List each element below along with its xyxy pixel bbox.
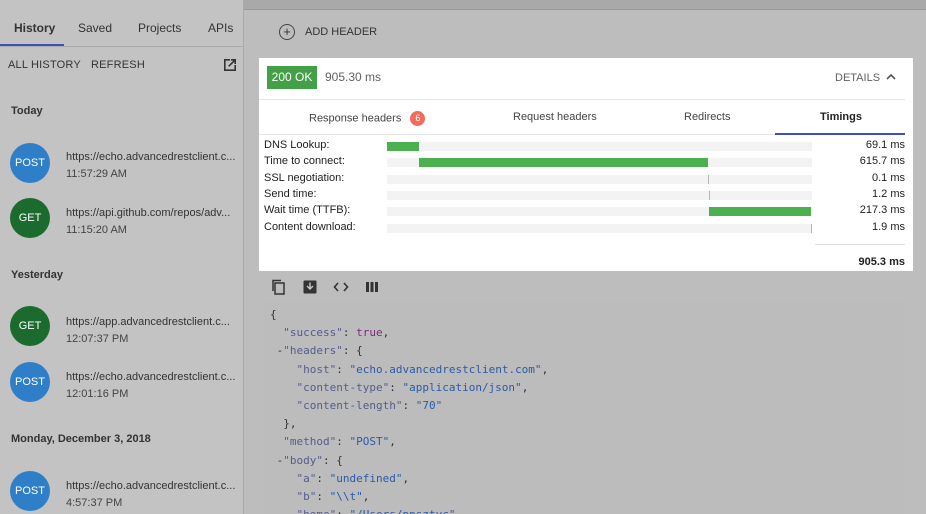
history-item-time: 12:07:37 PM: [66, 333, 129, 345]
history-item-url[interactable]: https://echo.advancedrestclient.c...: [66, 151, 235, 163]
timing-track: [387, 207, 812, 217]
timing-track: [387, 174, 812, 184]
tab-response-headers[interactable]: Response headers 6: [309, 111, 426, 126]
timing-track: [387, 223, 813, 233]
tab-history[interactable]: History: [14, 21, 55, 35]
add-header-label: ADD HEADER: [305, 25, 378, 38]
method-badge-post[interactable]: POST: [10, 143, 50, 183]
history-item-time: 11:57:29 AM: [66, 168, 127, 180]
total-divider: [815, 244, 905, 245]
refresh-button[interactable]: REFRESH: [91, 59, 145, 71]
code-icon[interactable]: [333, 279, 349, 295]
section-heading-today: Today: [11, 105, 43, 117]
timing-track: [387, 190, 812, 200]
copy-icon[interactable]: [271, 279, 287, 295]
history-item-url[interactable]: https://echo.advancedrestclient.c...: [66, 480, 235, 492]
code-line: {: [270, 308, 277, 321]
response-status-panel: 200 OK 905.30 ms DETAILS Response header…: [259, 58, 913, 271]
status-badge: 200 OK: [267, 66, 317, 89]
columns-icon[interactable]: [364, 279, 380, 295]
timing-bar: [708, 190, 710, 200]
add-circle-icon: +: [279, 24, 295, 40]
timing-value: 615.7 ms: [859, 155, 905, 168]
timing-value: 0.1 ms: [871, 171, 905, 184]
details-label: DETAILS: [835, 72, 881, 84]
tab-apis[interactable]: APIs: [208, 21, 233, 35]
active-tab-indicator: [775, 133, 905, 135]
count-badge: 6: [410, 111, 426, 126]
timing-bar: [387, 142, 420, 151]
code-line: -"headers": {: [270, 344, 363, 358]
history-item-time: 4:57:37 PM: [66, 497, 123, 509]
code-line: "a": "undefined",: [296, 471, 410, 485]
history-item-url[interactable]: https://api.github.com/repos/adv...: [66, 207, 230, 219]
add-header-button[interactable]: + ADD HEADER: [279, 24, 377, 40]
history-item-time: 11:15:20 AM: [66, 224, 127, 236]
code-line: "home": "/Users/ppsztyc": [270, 508, 456, 514]
code-line: "host": "echo.advancedrestclient.com",: [296, 362, 549, 376]
timing-value: 1.2 ms: [871, 187, 905, 200]
tab-saved[interactable]: Saved: [78, 21, 112, 35]
timing-value: 69.1 ms: [865, 139, 905, 151]
history-item-url[interactable]: https://app.advancedrestclient.c...: [66, 316, 230, 328]
timing-label: SSL negotiation:: [264, 171, 345, 184]
code-line: -"body": {: [270, 453, 343, 467]
tab-timings[interactable]: Timings: [820, 111, 862, 123]
method-badge-get[interactable]: GET: [10, 198, 50, 238]
timing-value: 1.9 ms: [871, 220, 905, 233]
all-history-button[interactable]: ALL HISTORY: [8, 59, 81, 71]
tab-projects[interactable]: Projects: [138, 21, 181, 35]
method-badge-post[interactable]: POST: [10, 471, 50, 511]
timing-value: 217.3 ms: [859, 204, 905, 217]
method-badge-post[interactable]: POST: [10, 362, 50, 402]
section-heading-yesterday: Yesterday: [11, 269, 63, 281]
chevron-up-icon: [886, 73, 896, 80]
code-line: "success": true,: [283, 326, 390, 340]
timing-bar: [709, 207, 812, 217]
total-time: 905.3 ms: [858, 256, 905, 268]
timing-label: DNS Lookup:: [264, 139, 330, 151]
timing-bar: [708, 174, 710, 184]
open-external-icon[interactable]: [222, 57, 238, 73]
response-body-viewer[interactable]: { "success": true, -"headers": { "host":…: [264, 300, 905, 514]
top-toolbar-edge: [244, 0, 926, 10]
method-badge-get[interactable]: GET: [10, 306, 50, 346]
history-sidebar: History Saved Projects APIs ALL HISTORY …: [0, 0, 244, 514]
code-line: "method": "POST",: [283, 435, 396, 449]
timing-bar: [419, 158, 709, 168]
tab-request-headers[interactable]: Request headers: [513, 111, 597, 123]
code-line: },: [270, 417, 297, 431]
tab-redirects[interactable]: Redirects: [684, 111, 730, 123]
history-item-url[interactable]: https://echo.advancedrestclient.c...: [66, 371, 235, 383]
timing-label: Send time:: [264, 187, 317, 200]
details-toggle[interactable]: DETAILS: [835, 72, 896, 84]
status-divider: [259, 99, 905, 100]
timing-track: [387, 142, 812, 151]
timing-label: Content download:: [264, 220, 356, 233]
code-line: "content-length": "70": [296, 399, 443, 412]
history-item-time: 12:01:16 PM: [66, 388, 129, 400]
timing-track: [387, 158, 812, 168]
code-line: "b": "\\t",: [296, 490, 370, 503]
code-line: "content-type": "application/json",: [296, 380, 529, 394]
section-heading-date: Monday, December 3, 2018: [11, 433, 151, 445]
tab-label: Response headers: [309, 112, 402, 125]
tabbar-divider: [0, 46, 244, 47]
load-time: 905.30 ms: [325, 70, 382, 84]
timing-label: Wait time (TTFB):: [264, 204, 351, 217]
timing-bar: [811, 223, 813, 233]
save-icon[interactable]: [302, 279, 318, 295]
timing-label: Time to connect:: [264, 155, 345, 168]
